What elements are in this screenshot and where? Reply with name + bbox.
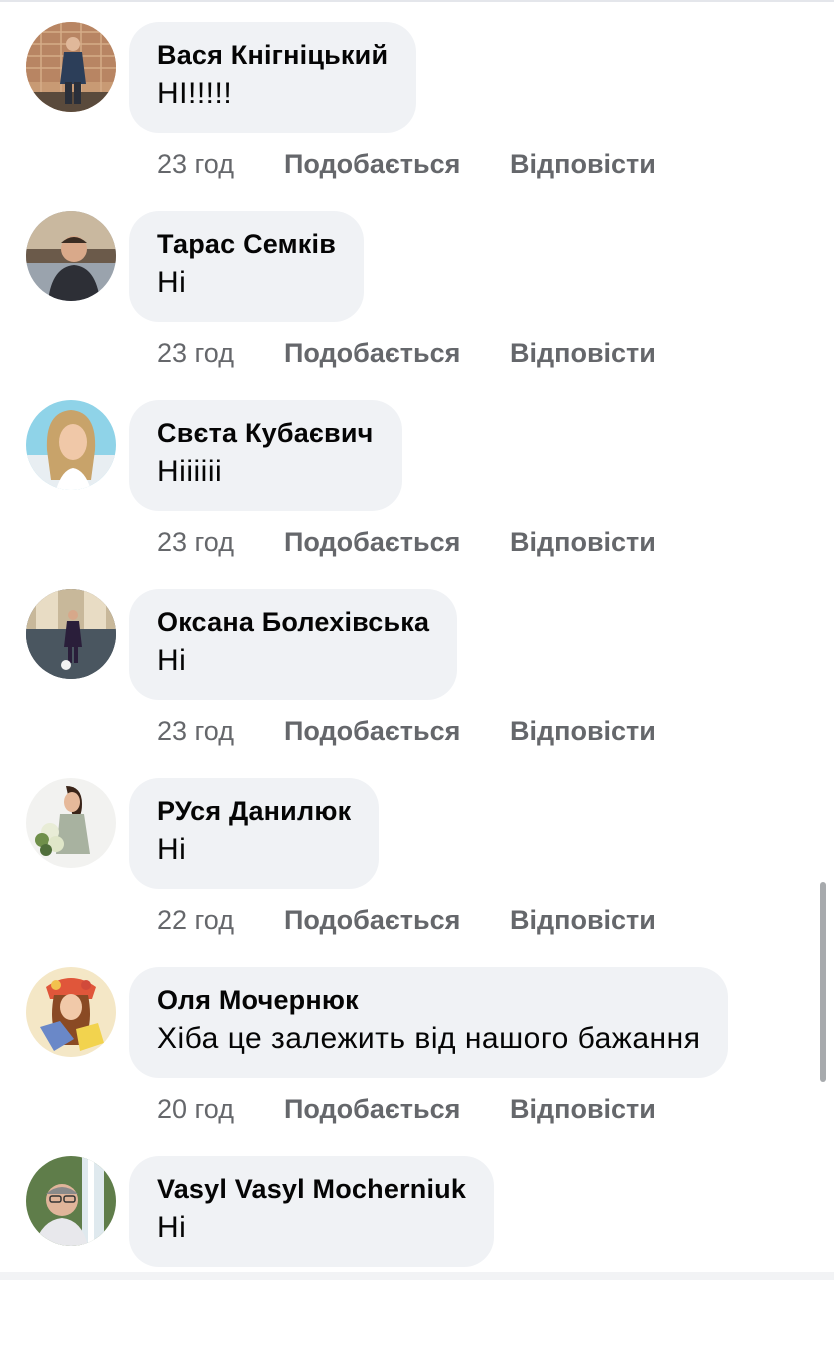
- comment-author[interactable]: РУся Данилюк: [157, 794, 351, 828]
- reply-button[interactable]: Відповісти: [510, 146, 656, 182]
- man-in-suit-avatar[interactable]: [26, 22, 116, 112]
- scrollbar[interactable]: [820, 882, 826, 1082]
- comment-text: НІ!!!!!: [157, 77, 233, 110]
- man-waterfall-avatar[interactable]: [26, 1156, 116, 1246]
- bottom-edge: [0, 1272, 834, 1280]
- comment-item: РУся Данилюк Ні 22 год Подобається Відпо…: [0, 778, 834, 968]
- like-button[interactable]: Подобається: [284, 1091, 460, 1127]
- comment-text: Хіба це залежить від нашого бажання: [157, 1022, 701, 1055]
- comment-author[interactable]: Тарас Семків: [157, 227, 336, 261]
- woman-flowers-avatar[interactable]: [26, 778, 116, 868]
- comment-bubble: Вася Кнігніцький НІ!!!!!: [129, 22, 417, 133]
- painted-woman-avatar[interactable]: [26, 967, 116, 1057]
- comment-author[interactable]: Оксана Болехівська: [157, 605, 429, 639]
- reply-button[interactable]: Відповісти: [510, 335, 656, 371]
- comment-author[interactable]: Vasyl Vasyl Mocherniuk: [157, 1172, 466, 1206]
- comment-item: Оля Мочернюк Хіба це залежить від нашого…: [0, 967, 834, 1157]
- comment-item: Вася Кнігніцький НІ!!!!! 23 год Подобаєт…: [0, 22, 834, 212]
- comment-text: Ні: [157, 1211, 187, 1244]
- reply-button[interactable]: Відповісти: [510, 713, 656, 749]
- reply-button[interactable]: Відповісти: [510, 902, 656, 938]
- like-button[interactable]: Подобається: [284, 335, 460, 371]
- comment-time[interactable]: 23 год: [157, 335, 234, 371]
- woman-selfie-avatar[interactable]: [26, 400, 116, 490]
- comment-bubble: Vasyl Vasyl Mocherniuk Ні: [129, 1156, 495, 1267]
- top-divider: [0, 0, 834, 2]
- comment-item: Тарас Семків Ні 23 год Подобається Відпо…: [0, 211, 834, 401]
- comment-bubble: Оля Мочернюк Хіба це залежить від нашого…: [129, 967, 729, 1078]
- comment-time[interactable]: 23 год: [157, 713, 234, 749]
- comment-bubble: РУся Данилюк Ні: [129, 778, 380, 889]
- like-button[interactable]: Подобається: [284, 524, 460, 560]
- comment-time[interactable]: 23 год: [157, 146, 234, 182]
- comment-author[interactable]: Оля Мочернюк: [157, 983, 700, 1017]
- reply-button[interactable]: Відповісти: [510, 524, 656, 560]
- reply-button[interactable]: Відповісти: [510, 1091, 656, 1127]
- comment-text: Ні: [157, 266, 187, 299]
- comment-author[interactable]: Свєта Кубаєвич: [157, 416, 374, 450]
- comment-bubble: Свєта Кубаєвич Ніііііі: [129, 400, 402, 511]
- comment-time[interactable]: 20 год: [157, 1091, 234, 1127]
- like-button[interactable]: Подобається: [284, 902, 460, 938]
- comment-text: Ніііііі: [157, 455, 223, 488]
- comment-item: Свєта Кубаєвич Ніііііі 23 год Подобаєтьс…: [0, 400, 834, 590]
- comment-text: Ні: [157, 833, 187, 866]
- comment-text: Ні: [157, 644, 187, 677]
- comment-time[interactable]: 23 год: [157, 524, 234, 560]
- comment-author[interactable]: Вася Кнігніцький: [157, 38, 388, 72]
- comment-bubble: Тарас Семків Ні: [129, 211, 365, 322]
- woman-standing-avatar[interactable]: [26, 589, 116, 679]
- man-portrait-avatar[interactable]: [26, 211, 116, 301]
- comment-item: Оксана Болехівська Ні 23 год Подобається…: [0, 589, 834, 779]
- comment-bubble: Оксана Болехівська Ні: [129, 589, 458, 700]
- comment-item: Vasyl Vasyl Mocherniuk Ні: [0, 1156, 834, 1346]
- like-button[interactable]: Подобається: [284, 713, 460, 749]
- comment-time[interactable]: 22 год: [157, 902, 234, 938]
- like-button[interactable]: Подобається: [284, 146, 460, 182]
